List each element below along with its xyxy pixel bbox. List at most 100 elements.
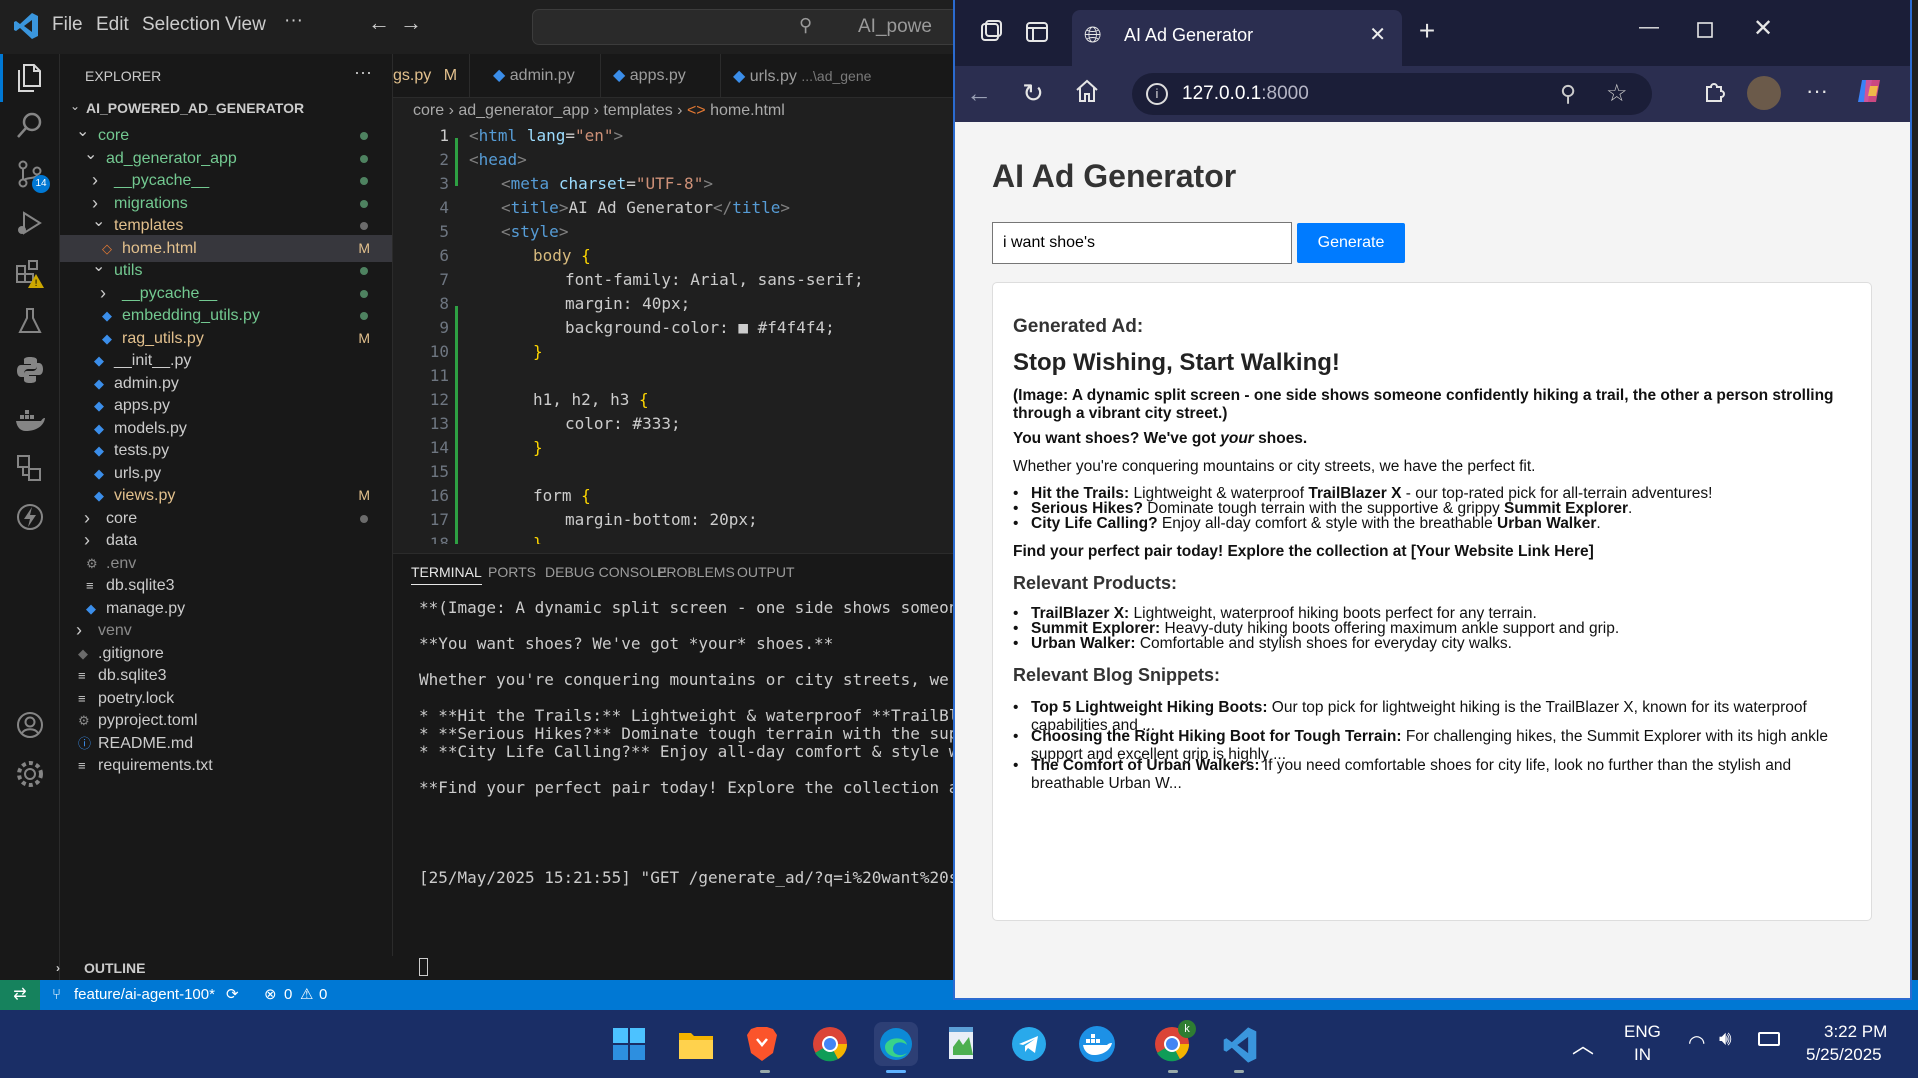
chrome-icon[interactable] [808,1022,852,1066]
explorer-icon[interactable] [14,62,46,94]
refresh-icon[interactable]: ↻ [1017,78,1049,108]
bottom-panel: TERMINAL PORTS DEBUG CONSOLE PROBLEMS OU… [393,553,997,980]
extensions-icon[interactable]: ! [14,257,46,289]
telegram-icon[interactable] [1007,1022,1051,1066]
tab-label: gs.py [393,67,432,84]
status-bar: ⇄ ⑂ feature/ai-agent-100* ⟳ ⊗ 0 ⚠ 0 [0,980,960,1010]
svg-text:!: ! [34,279,38,289]
outline-section[interactable]: › OUTLINE [56,956,393,980]
site-info-icon[interactable]: i [1146,83,1168,105]
settings-more-icon[interactable]: ··· [1801,76,1833,106]
command-center-text: AI_powe [858,16,932,37]
scm-badge: 14 [32,175,50,193]
vscode-taskbar-icon[interactable] [1218,1022,1262,1066]
warning-count[interactable]: 0 [319,980,327,1010]
menu-selection[interactable]: Selection [142,14,220,36]
settings-gear-icon[interactable] [14,759,46,791]
battery-icon[interactable] [1758,1032,1780,1046]
language-code[interactable]: ENG [1624,1022,1661,1042]
address-bar[interactable]: i 127.0.0.1:8000 ⚲ ☆ [1132,73,1652,115]
git-branch[interactable]: feature/ai-agent-100* [74,980,215,1010]
breadcrumb-file[interactable]: home.html [710,102,785,119]
zoom-icon[interactable]: ⚲ [1560,73,1576,115]
tab-problems[interactable]: PROBLEMS [657,564,735,580]
code-line: 11 [393,364,960,388]
breadcrumb-app[interactable]: ad_generator_app [458,102,589,119]
profile-avatar[interactable] [1747,76,1781,110]
back-arrow-icon[interactable]: ← [368,10,390,36]
query-input[interactable] [992,222,1292,264]
minimize-icon[interactable]: — [1633,12,1665,42]
workspace-root[interactable]: AI_POWERED_AD_GENERATOR [86,100,304,116]
file-explorer-icon[interactable] [674,1022,718,1066]
forward-arrow-icon[interactable]: → [400,10,422,36]
close-window-icon[interactable]: ✕ [1747,14,1779,44]
workspaces-icon[interactable] [975,18,1007,54]
sync-icon[interactable]: ⟳ [226,980,239,1010]
maximize-icon[interactable] [1689,16,1721,46]
show-hidden-icons-chevron-icon[interactable]: ︿ [1572,1028,1594,1060]
remote-indicator-icon[interactable]: ⇄ [0,980,40,1010]
vertical-tabs-icon[interactable] [1021,18,1053,54]
editor-tab-admin[interactable]: ◆ admin.py [481,54,601,98]
code-editor[interactable]: 1 <html lang="en"> 2 <head> 3 <meta charset="… [393,124,960,544]
tab-output[interactable]: OUTPUT [737,564,795,580]
tab-ports[interactable]: PORTS [488,564,536,580]
start-windows-icon[interactable] [607,1022,651,1066]
tab-terminal[interactable]: TERMINAL [411,564,482,585]
clock-time[interactable]: 3:22 PM [1824,1022,1887,1042]
code-line: 13 color: #333; [393,412,960,436]
code-line: 15 [393,460,960,484]
menu-file[interactable]: File [52,14,83,36]
lightning-icon[interactable] [14,502,46,534]
tagline-start: You want shoes? We've got [1013,430,1221,447]
html-file-icon: <> [686,102,706,119]
menu-view[interactable]: View [225,14,266,36]
chrome-profile-icon[interactable]: k [1150,1020,1196,1066]
editor-tab-settings[interactable]: gs.py M [381,54,471,98]
run-debug-icon[interactable] [14,208,46,240]
editor-tab-apps[interactable]: ◆ apps.py [601,54,721,98]
clock-date[interactable]: 5/25/2025 [1806,1045,1882,1065]
docker-desktop-icon[interactable] [1075,1022,1119,1066]
source-control-icon[interactable]: 14 [14,159,50,193]
chevron-down-icon[interactable]: ⌄ [70,99,80,113]
notepad-icon[interactable] [940,1022,984,1066]
docker-icon[interactable] [14,404,46,436]
search-icon[interactable] [14,110,46,142]
code-text: font-family: Arial, sans-serif; [565,270,864,289]
code-text: background-color: ■ #f4f4f4; [565,318,835,337]
wifi-icon[interactable]: ◠ [1688,1030,1705,1055]
edge-icon[interactable] [874,1022,918,1066]
brave-browser-icon[interactable] [740,1022,784,1066]
testing-flask-icon[interactable] [14,306,46,338]
browser-tab-active[interactable]: 🌐︎ AI Ad Generator ✕ [1072,10,1402,66]
close-tab-icon[interactable]: ✕ [1369,10,1386,60]
remote-explorer-icon[interactable] [14,453,46,485]
breadcrumb-templates[interactable]: templates [603,102,672,119]
python-icon[interactable] [14,355,46,387]
explorer-more-icon[interactable]: ··· [354,62,372,83]
editor-tab-urls[interactable]: ◆ urls.py ...\ad_gene [721,54,960,98]
generate-button[interactable]: Generate [1297,223,1405,263]
extensions-puzzle-icon[interactable] [1699,78,1731,112]
menu-edit[interactable]: Edit [96,14,129,36]
command-center-search[interactable]: ⚲ AI_powe [532,9,960,45]
tab-label: urls.py [749,68,797,85]
volume-icon[interactable]: 🔊︎ [1719,1028,1732,1051]
favorite-star-icon[interactable]: ☆ [1606,73,1628,115]
new-tab-icon[interactable]: + [1411,16,1443,46]
branch-icon: ⑂ [52,986,62,1003]
menu-more-icon[interactable]: ··· [284,10,303,32]
language-region[interactable]: IN [1634,1045,1651,1065]
tab-debug-console[interactable]: DEBUG CONSOLE [545,564,667,580]
copilot-icon[interactable] [1853,76,1885,114]
home-icon[interactable] [1071,78,1103,112]
error-count[interactable]: 0 [284,980,292,1010]
account-icon[interactable] [14,710,46,742]
code-text: <head> [469,150,527,169]
breadcrumb-core[interactable]: core [413,102,444,119]
tree-item[interactable]: ≡ requirements.txt [60,752,392,779]
blog-item-text: The Comfort of Urban Walkers: If you nee… [1013,757,1853,793]
back-icon[interactable]: ← [963,78,995,108]
